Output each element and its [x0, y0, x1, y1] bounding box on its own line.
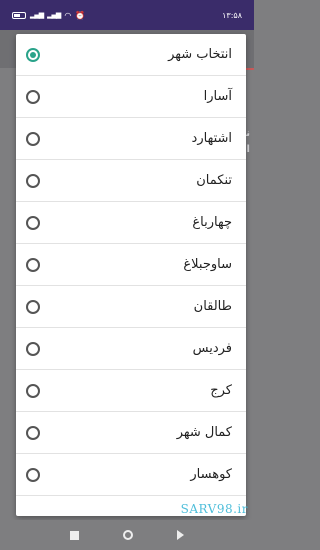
city-option[interactable]: اشتهارد: [16, 118, 246, 160]
option-label: آسارا: [203, 89, 232, 104]
radio-button[interactable]: [26, 425, 40, 440]
radio-button[interactable]: [26, 257, 40, 272]
radio-button[interactable]: [26, 131, 40, 146]
battery-icon: [12, 11, 26, 19]
signal-icon: ▂▄▆: [47, 11, 61, 19]
option-label: تنکمان: [196, 173, 232, 188]
system-nav-bar: [0, 520, 254, 550]
city-option[interactable]: طالقان: [16, 286, 246, 328]
option-label: طالقان: [193, 299, 232, 314]
status-bar: ▂▄▆ ▂▄▆ ◠ ⏰ ۱۳:۵۸: [0, 0, 254, 30]
status-icons: ▂▄▆ ▂▄▆ ◠ ⏰: [12, 11, 85, 20]
wifi-icon: ◠: [64, 10, 72, 20]
option-label: چهارباغ: [192, 215, 232, 230]
radio-button[interactable]: [26, 467, 40, 482]
radio-button[interactable]: [26, 383, 40, 398]
city-option[interactable]: انتخاب شهر: [16, 34, 246, 76]
option-label: اشتهارد: [191, 131, 232, 146]
radio-button[interactable]: [26, 89, 40, 104]
option-label: کوهسار: [190, 467, 232, 482]
back-icon[interactable]: [177, 530, 184, 540]
city-option[interactable]: کوهسار: [16, 454, 246, 496]
radio-button[interactable]: [26, 299, 40, 314]
option-label: کمال شهر: [176, 425, 232, 440]
recents-icon[interactable]: [70, 530, 79, 540]
city-option[interactable]: ساوجبلاغ: [16, 244, 246, 286]
option-label: ساوجبلاغ: [183, 257, 232, 272]
city-option[interactable]: آسارا: [16, 76, 246, 118]
watermark-text: SARV98.ir: [180, 502, 248, 516]
radio-button[interactable]: [26, 215, 40, 230]
option-label: انتخاب شهر: [168, 47, 232, 62]
option-label: فردیس: [192, 341, 232, 356]
city-option[interactable]: تنکمان: [16, 160, 246, 202]
radio-button[interactable]: [26, 173, 40, 188]
status-time: ۱۳:۵۸: [222, 10, 242, 20]
city-option[interactable]: کمال شهر: [16, 412, 246, 454]
option-label: کرج: [210, 383, 232, 398]
city-option[interactable]: کرج: [16, 370, 246, 412]
alarm-icon: ⏰: [75, 10, 86, 20]
radio-button[interactable]: [26, 341, 40, 356]
signal-icon: ▂▄▆: [30, 11, 44, 19]
radio-button-selected[interactable]: [26, 47, 40, 62]
city-option[interactable]: چهارباغ: [16, 202, 246, 244]
city-option[interactable]: فردیس: [16, 328, 246, 370]
city-select-dialog: انتخاب شهر آسارا اشتهارد تنکمان چهارباغ …: [16, 34, 246, 516]
home-icon[interactable]: [123, 530, 133, 540]
